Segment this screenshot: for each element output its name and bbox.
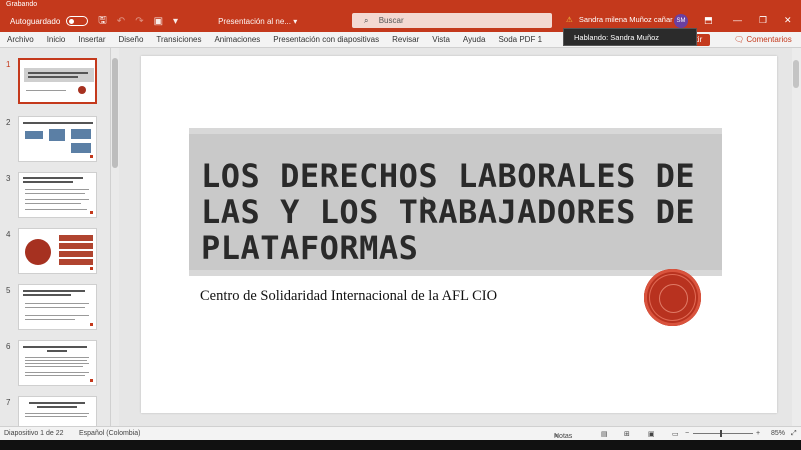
autosave-toggle[interactable] [66,16,89,26]
search-box[interactable]: ⌕ Buscar [352,13,552,28]
zoom-slider[interactable] [693,433,753,434]
comments-button[interactable]: 🗨 Comentarios [734,34,792,46]
thumbnail-preview [18,116,97,162]
thumbnail-item[interactable]: 7 [0,396,110,426]
thumbnail-item[interactable]: 2 [0,116,110,172]
tab-animaciones[interactable]: Animaciones [214,35,260,44]
tab-diseno[interactable]: Diseño [119,35,144,44]
avatar[interactable]: SM [674,14,688,28]
tab-revisar[interactable]: Revisar [392,35,419,44]
tab-transiciones[interactable]: Transiciones [156,35,201,44]
maximize-icon[interactable]: ❐ [759,15,767,26]
thumbnail-scrollbar[interactable] [110,48,119,426]
title-banner: LOS DERECHOS LABORALES DE LAS Y LOS TRAB… [189,128,722,276]
zoom-out-icon[interactable]: − [685,430,689,437]
tab-insertar[interactable]: Insertar [78,35,105,44]
comment-icon: 🗨 [734,35,747,44]
thumbnail-preview [18,58,97,104]
thumbnail-preview [18,340,97,386]
customize-toolbar-icon[interactable]: ▾ [173,16,178,27]
taskbar-strip [0,440,801,450]
thumbnail-number: 7 [6,398,11,407]
thumbnail-number: 2 [6,118,11,127]
thumbnail-preview [18,172,97,218]
tab-inicio[interactable]: Inicio [47,35,66,44]
recording-label: Grabando [6,1,38,8]
present-from-start-icon[interactable]: ▣ [154,16,163,27]
editor-scrollbar[interactable] [792,48,801,426]
notes-label: Notas [554,433,573,440]
user-name: Sandra milena Muñoz cañar [578,15,673,24]
slide-subtitle[interactable]: Centro de Solidaridad Internacional de l… [200,288,497,305]
zoom-in-icon[interactable]: + [756,430,760,437]
minimize-icon[interactable]: — [733,15,742,25]
thumbnail-preview [18,396,97,426]
tab-archivo[interactable]: Archivo [7,35,34,44]
zoom-slider-thumb[interactable] [720,430,722,437]
save-icon[interactable]: 🖫 [98,13,107,30]
slide-sorter-icon[interactable]: ⊞ [624,430,630,438]
account-area[interactable]: ⚠ Sandra milena Muñoz cañar [566,15,673,24]
thumbnail-number: 1 [6,60,11,69]
slide-title[interactable]: LOS DERECHOS LABORALES DE LAS Y LOS TRAB… [201,158,716,266]
undo-icon[interactable]: ↶ [117,16,125,27]
ribbon-display-icon[interactable]: ⬒ [704,15,713,26]
recording-indicator: Grabando [0,0,801,10]
status-bar: Diapositivo 1 de 22 Español (Colombia) ≡… [0,426,801,440]
tab-ayuda[interactable]: Ayuda [463,35,486,44]
seal-logo [644,269,701,326]
tab-soda-pdf[interactable]: Soda PDF 1 [498,35,542,44]
reading-view-icon[interactable]: ▣ [648,430,655,438]
thumbnail-item[interactable]: 1 [0,58,110,114]
fit-to-window-icon[interactable]: ⤢ [791,430,797,438]
slide-thumbnail-pane: 1 2 3 4 5 6 7 [0,48,110,426]
thumbnail-number: 4 [6,230,11,239]
redo-icon[interactable]: ↷ [135,16,143,27]
zoom-level[interactable]: 85% [771,430,785,437]
autosave-label: Autoguardado [10,16,61,26]
comments-label: Comentarios [746,35,792,44]
speaking-tooltip: Hablando: Sandra Muñoz [563,28,697,46]
thumbnail-number: 3 [6,174,11,183]
slideshow-icon[interactable]: ▭ [672,430,679,438]
thumbnail-item[interactable]: 4 [0,228,110,284]
search-placeholder: Buscar [378,16,404,25]
warning-icon: ⚠ [566,15,573,24]
search-icon: ⌕ [364,16,369,25]
thumbnail-preview [18,228,97,274]
slide-counter: Diapositivo 1 de 22 [4,430,64,437]
thumbnail-preview [18,284,97,330]
slide-canvas[interactable]: LOS DERECHOS LABORALES DE LAS Y LOS TRAB… [141,56,777,413]
thumbnail-number: 5 [6,286,11,295]
tab-presentacion[interactable]: Presentación con diapositivas [273,35,379,44]
tab-vista[interactable]: Vista [432,35,450,44]
normal-view-icon[interactable]: ▤ [601,430,608,438]
thumbnail-number: 6 [6,342,11,351]
thumbnail-item[interactable]: 6 [0,340,110,396]
close-icon[interactable]: ✕ [784,15,792,26]
thumbnail-item[interactable]: 3 [0,172,110,228]
language-indicator[interactable]: Español (Colombia) [79,430,140,437]
document-title[interactable]: Presentación al ne... ▾ [218,17,297,26]
thumbnail-item[interactable]: 5 [0,284,110,340]
